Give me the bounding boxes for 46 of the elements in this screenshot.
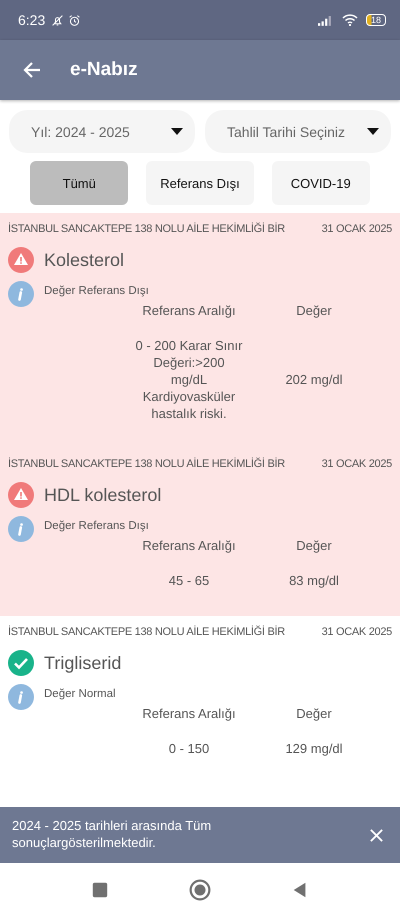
- caret-icon: [367, 128, 379, 135]
- home-icon[interactable]: [189, 878, 211, 900]
- back-arrow-icon[interactable]: [22, 60, 42, 80]
- institution-name: İSTANBUL SANCAKTEPE 138 NOLU AİLE HEKİMLİĞİ BİR: [8, 626, 285, 638]
- dropdown[interactable]: Yıl: 2024 - 2025: [9, 110, 195, 153]
- app-title: e-Nabız: [70, 59, 138, 81]
- result-value: 83 mg/dl: [288, 573, 340, 590]
- warning-icon: [8, 247, 34, 273]
- result-date: 31 OCAK 2025: [322, 458, 392, 470]
- institution-name: İSTANBUL SANCAKTEPE 138 NOLU AİLE HEKİMLİĞİ BİR: [8, 458, 285, 470]
- caret-icon: [171, 128, 183, 135]
- check-icon: [8, 650, 34, 676]
- result-date: 31 OCAK 2025: [322, 626, 392, 638]
- result-value: 129 mg/dl: [284, 741, 344, 758]
- column-header: Referans Aralığı: [141, 706, 237, 722]
- reference-range: 45 - 65: [168, 573, 210, 590]
- result-date: 31 OCAK 2025: [322, 223, 392, 235]
- institution-name: İSTANBUL SANCAKTEPE 138 NOLU AİLE HEKİMLİĞİ BİR: [8, 223, 285, 235]
- column-header: Değer: [295, 706, 333, 722]
- recents-icon[interactable]: [91, 880, 109, 898]
- test-name: HDL kolesterol: [44, 484, 162, 506]
- wifi-icon: [342, 14, 358, 26]
- status-text: Değer Referans Dışı: [44, 285, 149, 297]
- reference-range: 0 - 200 Karar Sınır Değeri:>200 mg/dL Kardiyovasküler hastalık riski.: [135, 338, 243, 422]
- result-value: 202 mg/dl: [284, 372, 344, 389]
- status-text: Değer Referans Dışı: [44, 520, 149, 532]
- warning-icon: [8, 482, 34, 508]
- alarm-icon: [68, 14, 82, 26]
- column-header: Referans Aralığı: [141, 538, 237, 554]
- battery-indicator: 18: [366, 14, 386, 26]
- bell-off-icon: [51, 14, 64, 26]
- column-header: Değer: [295, 303, 333, 318]
- filter-button[interactable]: Tümü: [30, 161, 128, 205]
- clock-time: 6:23: [18, 12, 46, 28]
- filter-button[interactable]: COVID-19: [272, 161, 370, 205]
- column-header: Değer: [295, 538, 333, 554]
- dropdown[interactable]: Tahlil Tarihi Seçiniz: [205, 110, 391, 153]
- test-name: Trigliserid: [44, 652, 122, 674]
- status-text: Değer Normal: [44, 688, 116, 700]
- signal-icon: [318, 14, 334, 26]
- banner-text: 2024 - 2025 tarihleri arasında Tüm sonuçlargösterilmektedir.: [12, 818, 212, 852]
- column-header: Referans Aralığı: [141, 303, 237, 318]
- filter-button[interactable]: Referans Dışı: [146, 161, 254, 205]
- reference-range: 0 - 150: [168, 741, 210, 758]
- close-icon[interactable]: [369, 828, 384, 842]
- test-name: Kolesterol: [44, 250, 124, 270]
